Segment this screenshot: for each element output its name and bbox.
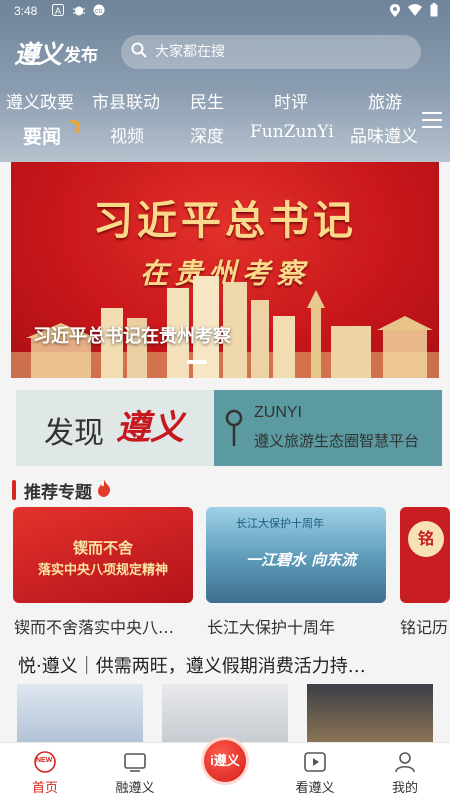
bottom-tab-bar: NEW 首页 融遵义 i遵义 看遵义 我的 xyxy=(0,737,450,800)
status-time: 3:48 xyxy=(14,4,38,18)
logo-suffix: 发布 xyxy=(64,45,99,66)
battery-icon xyxy=(430,3,438,20)
tab-shipin[interactable]: 视频 xyxy=(110,122,144,147)
news-thumbnail[interactable] xyxy=(162,684,288,742)
carousel-indicator xyxy=(187,360,207,364)
tab-shixian-liandong[interactable]: 市县联动 xyxy=(92,88,160,113)
tab-funzunyi[interactable]: FunZunYi xyxy=(250,122,334,142)
topic-card-image[interactable]: 铭 xyxy=(400,507,450,603)
ad-brand-text: 遵义 xyxy=(116,408,184,448)
section-title: 推荐专题 xyxy=(24,482,92,503)
tab-home[interactable]: NEW 首页 xyxy=(10,743,80,800)
user-icon xyxy=(394,751,416,773)
ad-name: ZUNYI xyxy=(254,404,302,421)
ad-subtitle: 遵义旅游生态圈智慧平台 xyxy=(254,432,420,450)
tab-shiping[interactable]: 时评 xyxy=(274,88,308,113)
tab-pinwei-zunyi[interactable]: 品味遵义 xyxy=(350,122,418,147)
search-bar[interactable] xyxy=(121,35,421,69)
app-logo[interactable]: 遵义 发布 xyxy=(14,36,114,70)
channel-menu-button[interactable] xyxy=(422,112,442,128)
hero-banner[interactable]: 习近平总书记 在贵州考察 习近平总书记在贵州考察 xyxy=(11,162,439,378)
news-thumbnail[interactable] xyxy=(307,684,433,742)
wifi-icon xyxy=(408,4,422,19)
menu-icon-line xyxy=(422,119,442,121)
new-badge-text: NEW xyxy=(36,757,53,764)
tab-profile[interactable]: 我的 xyxy=(370,743,440,800)
ad-left-panel: 发现 遵义 xyxy=(16,390,214,466)
tab-rong-zunyi[interactable]: 融遵义 xyxy=(100,743,170,800)
news-headline[interactable]: 悦·遵义｜供需两旺，遵义假期消费活力持… xyxy=(18,652,438,678)
channel-row-1: 遵义政要 市县联动 民生 时评 旅游 xyxy=(0,88,418,118)
cloud-icon: co xyxy=(92,4,106,19)
tab-label: 我的 xyxy=(391,781,418,796)
status-bar: 3:48 A co xyxy=(0,0,450,24)
menu-icon-line xyxy=(422,126,442,128)
tab-label: 首页 xyxy=(31,781,58,796)
tab-zunyi-zhengyao[interactable]: 遵义政要 xyxy=(6,88,74,113)
news-thumbnail[interactable] xyxy=(17,684,143,742)
flame-icon xyxy=(96,479,112,501)
tab-yaowen[interactable]: 要闻 xyxy=(23,122,61,149)
topic-caption[interactable]: 铭记历 xyxy=(400,614,450,638)
svg-text:A: A xyxy=(55,6,61,16)
tab-minsheng[interactable]: 民生 xyxy=(190,88,224,113)
i-zunyi-center-button[interactable]: i遵义 xyxy=(201,737,249,785)
channel-nav: 遵义政要 市县联动 民生 时评 旅游 要闻 视频 深度 FunZunYi 品味遵… xyxy=(0,88,418,152)
section-accent-bar xyxy=(12,480,16,500)
video-play-icon xyxy=(304,751,326,773)
banner-caption: 习近平总书记在贵州考察 xyxy=(33,326,231,347)
zunyi-tourism-ad[interactable]: 发现 遵义 ZUNYI 遵义旅游生态圈智慧平台 xyxy=(16,390,442,466)
logo-brand: 遵义 xyxy=(14,40,62,69)
tab-label: 融遵义 xyxy=(115,781,155,796)
topic-card-image[interactable]: 长江大保护十周年 一江碧水 向东流 xyxy=(206,507,386,603)
search-input[interactable] xyxy=(155,44,395,60)
topic-image-line1: 锲而不舍 xyxy=(72,539,133,557)
ad-discover-text: 发现 xyxy=(44,416,104,451)
location-pin-icon xyxy=(224,408,244,452)
location-icon xyxy=(390,3,400,20)
tab-label: 看遵义 xyxy=(295,781,335,796)
svg-text:co: co xyxy=(95,8,103,15)
tab-shendu[interactable]: 深度 xyxy=(190,122,224,147)
topic-image-line2: 一江碧水 向东流 xyxy=(246,551,357,569)
banner-title-line1: 习近平总书记 xyxy=(93,197,357,244)
menu-icon-line xyxy=(422,112,442,114)
search-icon xyxy=(131,42,147,62)
topic-card-image[interactable]: 锲而不舍 落实中央八项规定精神 xyxy=(13,507,193,603)
new-badge-icon: NEW xyxy=(34,751,56,773)
tv-icon xyxy=(124,751,146,773)
topic-caption[interactable]: 锲而不舍落实中央八… xyxy=(14,614,198,638)
topic-image-line2: 落实中央八项规定精神 xyxy=(37,563,168,578)
channel-row-2: 要闻 视频 深度 FunZunYi 品味遵义 xyxy=(0,122,418,152)
tab-kan-zunyi[interactable]: 看遵义 xyxy=(280,743,350,800)
a-notification-icon: A xyxy=(52,4,64,19)
tab-lvyou[interactable]: 旅游 xyxy=(368,88,402,113)
topic-caption[interactable]: 长江大保护十周年 xyxy=(207,614,391,638)
bug-icon xyxy=(72,4,86,19)
topic-image-line1: 长江大保护十周年 xyxy=(236,517,324,530)
section-header: 推荐专题 xyxy=(12,478,112,503)
topic-image-line1: 铭 xyxy=(408,521,444,557)
